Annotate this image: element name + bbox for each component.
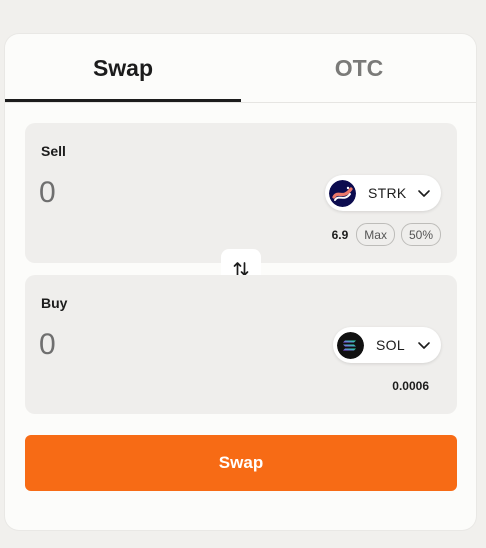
tab-otc[interactable]: OTC (241, 34, 476, 102)
buy-label: Buy (41, 295, 68, 311)
active-tab-indicator (5, 99, 241, 102)
swap-submit-button[interactable]: Swap (25, 435, 457, 491)
buy-token-select[interactable]: SOL (333, 327, 441, 363)
sell-token-select[interactable]: STRK (325, 175, 441, 211)
sell-panel: Sell STRK 6.9 Max 50% (25, 123, 457, 263)
starknet-logo-icon (329, 179, 356, 207)
sell-balance-row: 6.9 Max 50% (332, 223, 441, 246)
buy-amount-input[interactable] (39, 325, 219, 365)
solana-logo-icon (337, 331, 364, 359)
sell-label: Sell (41, 143, 66, 159)
half-button[interactable]: 50% (400, 223, 441, 246)
chevron-down-icon (418, 342, 430, 349)
buy-panel: Buy SOL (25, 275, 457, 414)
sell-amount-input[interactable] (39, 173, 219, 213)
tab-bar: Swap OTC (5, 34, 476, 103)
max-button[interactable]: Max (356, 223, 395, 246)
swap-card: Swap OTC Sell STRK 6.9 Max 50% (5, 34, 476, 530)
chevron-down-icon (418, 190, 430, 197)
sell-token-symbol: STRK (368, 185, 407, 201)
tab-swap[interactable]: Swap (5, 34, 241, 102)
buy-quote-value: 0.0006 (392, 379, 429, 393)
buy-token-symbol: SOL (376, 337, 405, 353)
sell-balance: 6.9 (331, 227, 349, 242)
